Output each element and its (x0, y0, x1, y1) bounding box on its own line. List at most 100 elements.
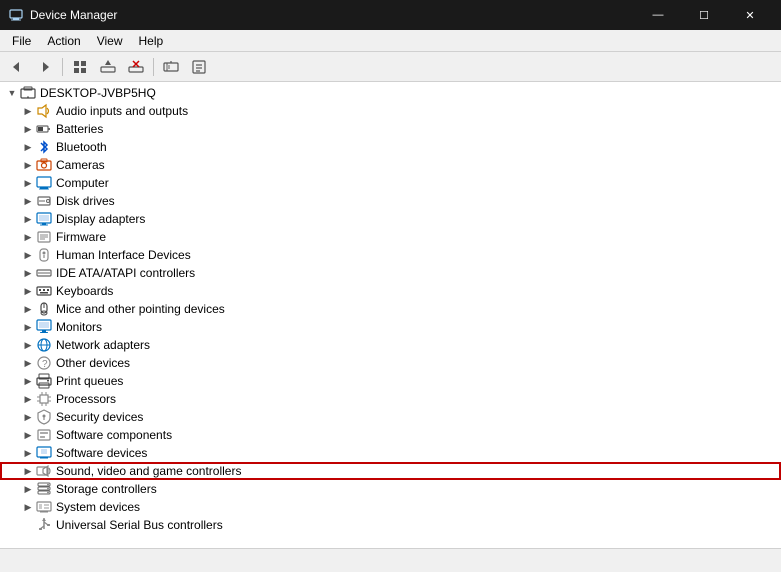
toolbar (0, 52, 781, 82)
icon-batteries (36, 121, 52, 137)
main-content: ▼ DESKTOP-JVBP5HQ ▶ Audio inputs and out… (0, 82, 781, 548)
window-controls: — ☐ ✕ (635, 0, 773, 30)
icon-mice (36, 301, 52, 317)
label-usb: Universal Serial Bus controllers (56, 518, 223, 532)
tree-item-network[interactable]: ▶ Network adapters (0, 336, 781, 354)
expand-icon-other[interactable]: ▶ (20, 355, 36, 371)
tree-item-system-devices[interactable]: ▶ System devices (0, 498, 781, 516)
label-ide: IDE ATA/ATAPI controllers (56, 266, 195, 280)
label-bluetooth: Bluetooth (56, 140, 107, 154)
tree-item-batteries[interactable]: ▶ Batteries (0, 120, 781, 138)
tree-item-other[interactable]: ▶ ? Other devices (0, 354, 781, 372)
properties-button[interactable] (186, 55, 212, 79)
expand-icon-mice[interactable]: ▶ (20, 301, 36, 317)
icon-ide (36, 265, 52, 281)
label-cameras: Cameras (56, 158, 105, 172)
tree-item-firmware[interactable]: ▶ Firmware (0, 228, 781, 246)
expand-icon-audio[interactable]: ▶ (20, 103, 36, 119)
label-disk-drives: Disk drives (56, 194, 115, 208)
tree-item-storage[interactable]: ▶ Storage controllers (0, 480, 781, 498)
icon-processors (36, 391, 52, 407)
expand-icon-network[interactable]: ▶ (20, 337, 36, 353)
tree-item-hid[interactable]: ▶ Human Interface Devices (0, 246, 781, 264)
tree-item-display-adapters[interactable]: ▶ Display adapters (0, 210, 781, 228)
tree-item-sound[interactable]: ▶ Sound, video and game controllers (0, 462, 781, 480)
expand-icon-display-adapters[interactable]: ▶ (20, 211, 36, 227)
label-software-components: Software components (56, 428, 172, 442)
back-button[interactable] (4, 55, 30, 79)
icon-hid (36, 247, 52, 263)
menu-file[interactable]: File (4, 31, 39, 51)
tree-item-mice[interactable]: ▶ Mice and other pointing devices (0, 300, 781, 318)
expand-icon-keyboards[interactable]: ▶ (20, 283, 36, 299)
close-button[interactable]: ✕ (727, 0, 773, 30)
expand-icon-system-devices[interactable]: ▶ (20, 499, 36, 515)
expand-icon-monitors[interactable]: ▶ (20, 319, 36, 335)
window-title: Device Manager (30, 8, 635, 22)
icon-display-adapters (36, 211, 52, 227)
forward-button[interactable] (32, 55, 58, 79)
tree-item-computer[interactable]: ▶ Computer (0, 174, 781, 192)
tree-item-cameras[interactable]: ▶ Cameras (0, 156, 781, 174)
icon-software-devices (36, 445, 52, 461)
tree-view[interactable]: ▼ DESKTOP-JVBP5HQ ▶ Audio inputs and out… (0, 82, 781, 548)
minimize-button[interactable]: — (635, 0, 681, 30)
tree-item-usb[interactable]: ▶ Universal Serial Bus controllers (0, 516, 781, 534)
tree-item-monitors[interactable]: ▶ Monitors (0, 318, 781, 336)
status-bar (0, 548, 781, 572)
icon-software-components (36, 427, 52, 443)
label-keyboards: Keyboards (56, 284, 113, 298)
menu-view[interactable]: View (89, 31, 131, 51)
icon-usb (36, 517, 52, 533)
tree-item-processors[interactable]: ▶ Processors (0, 390, 781, 408)
label-system-devices: System devices (56, 500, 140, 514)
expand-icon-software-components[interactable]: ▶ (20, 427, 36, 443)
icon-bluetooth (36, 139, 52, 155)
expand-icon-sound[interactable]: ▶ (20, 463, 36, 479)
icon-computer (36, 175, 52, 191)
tree-item-bluetooth[interactable]: ▶ Bluetooth (0, 138, 781, 156)
app-icon (8, 7, 24, 23)
toolbar-sep-2 (153, 58, 154, 76)
label-monitors: Monitors (56, 320, 102, 334)
show-hide-button[interactable] (67, 55, 93, 79)
menu-help[interactable]: Help (131, 31, 172, 51)
tree-item-software-components[interactable]: ▶ Software components (0, 426, 781, 444)
expand-icon-ide[interactable]: ▶ (20, 265, 36, 281)
tree-item-ide[interactable]: ▶ IDE ATA/ATAPI controllers (0, 264, 781, 282)
label-firmware: Firmware (56, 230, 106, 244)
label-hid: Human Interface Devices (56, 248, 191, 262)
expand-icon-security[interactable]: ▶ (20, 409, 36, 425)
toolbar-sep-1 (62, 58, 63, 76)
expand-icon-hid[interactable]: ▶ (20, 247, 36, 263)
label-batteries: Batteries (56, 122, 103, 136)
expand-icon-cameras[interactable]: ▶ (20, 157, 36, 173)
tree-item-keyboards[interactable]: ▶ Keyboards (0, 282, 781, 300)
expand-icon-bluetooth[interactable]: ▶ (20, 139, 36, 155)
expand-icon-batteries[interactable]: ▶ (20, 121, 36, 137)
expand-icon-storage[interactable]: ▶ (20, 481, 36, 497)
icon-firmware (36, 229, 52, 245)
expand-icon-firmware[interactable]: ▶ (20, 229, 36, 245)
tree-root[interactable]: ▼ DESKTOP-JVBP5HQ (0, 84, 781, 102)
menu-action[interactable]: Action (39, 31, 88, 51)
update-driver-button[interactable] (95, 55, 121, 79)
icon-storage (36, 481, 52, 497)
uninstall-device-button[interactable] (123, 55, 149, 79)
tree-item-security[interactable]: ▶ Security devices (0, 408, 781, 426)
expand-icon-processors[interactable]: ▶ (20, 391, 36, 407)
expand-icon-software-devices[interactable]: ▶ (20, 445, 36, 461)
scan-hardware-button[interactable] (158, 55, 184, 79)
tree-item-software-devices[interactable]: ▶ Software devices (0, 444, 781, 462)
expand-icon-computer[interactable]: ▶ (20, 175, 36, 191)
tree-item-disk-drives[interactable]: ▶ Disk drives (0, 192, 781, 210)
tree-item-print[interactable]: ▶ Print queues (0, 372, 781, 390)
maximize-button[interactable]: ☐ (681, 0, 727, 30)
label-software-devices: Software devices (56, 446, 147, 460)
icon-network (36, 337, 52, 353)
expand-icon-disk-drives[interactable]: ▶ (20, 193, 36, 209)
expand-icon-print[interactable]: ▶ (20, 373, 36, 389)
expand-icon: ▼ (4, 85, 20, 101)
tree-item-audio[interactable]: ▶ Audio inputs and outputs (0, 102, 781, 120)
icon-security (36, 409, 52, 425)
